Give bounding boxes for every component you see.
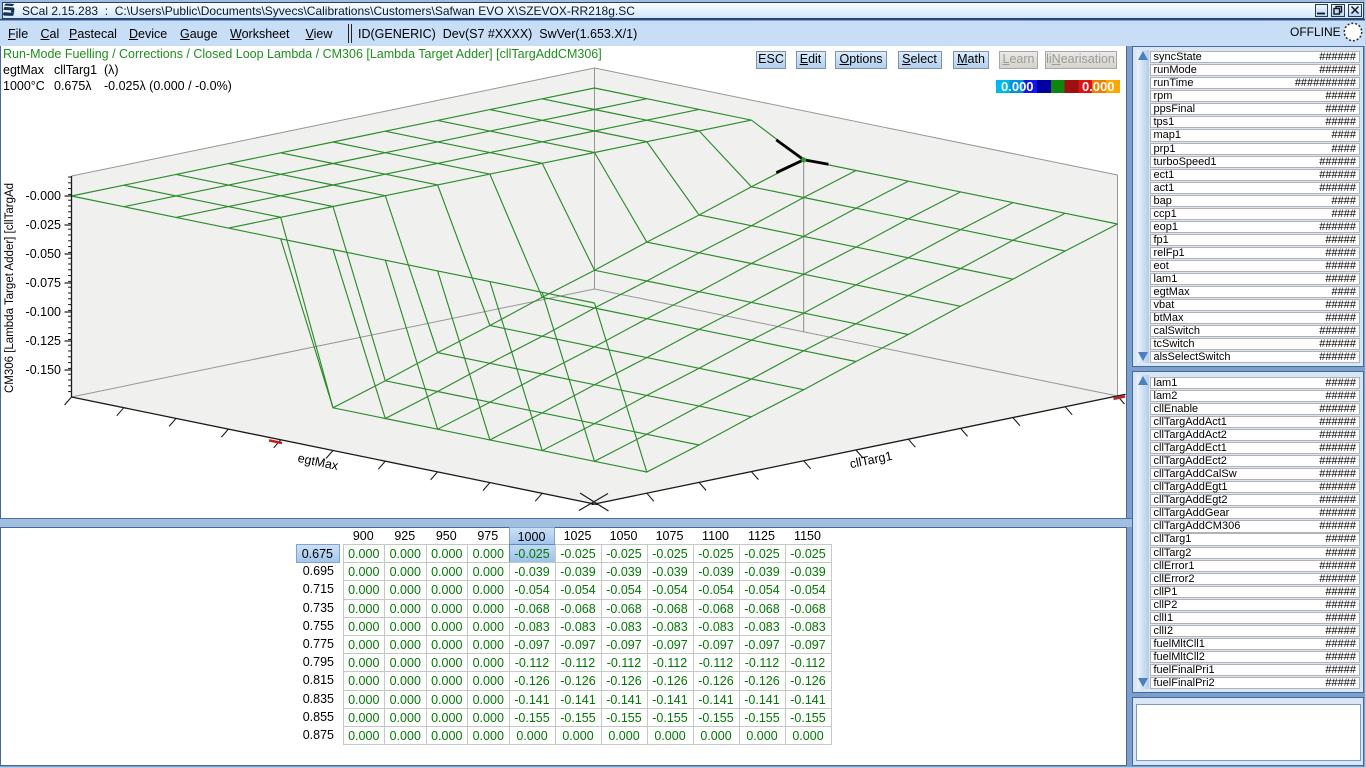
svg-text:-0.150: -0.150 (26, 363, 61, 377)
svg-text:-0.000: -0.000 (26, 189, 61, 203)
svg-text:cllTarg1: cllTarg1 (848, 449, 893, 471)
svg-text:egtMax: egtMax (297, 451, 341, 473)
svg-text:-0.050: -0.050 (26, 247, 61, 261)
svg-text:-0.025: -0.025 (26, 218, 61, 232)
svg-text:-0.125: -0.125 (26, 334, 61, 348)
svg-text:CM306 [Lambda Target Adder] [c: CM306 [Lambda Target Adder] [cllTargAd (4, 183, 16, 393)
svg-text:-0.100: -0.100 (26, 305, 61, 319)
svg-text:-0.075: -0.075 (26, 276, 61, 290)
